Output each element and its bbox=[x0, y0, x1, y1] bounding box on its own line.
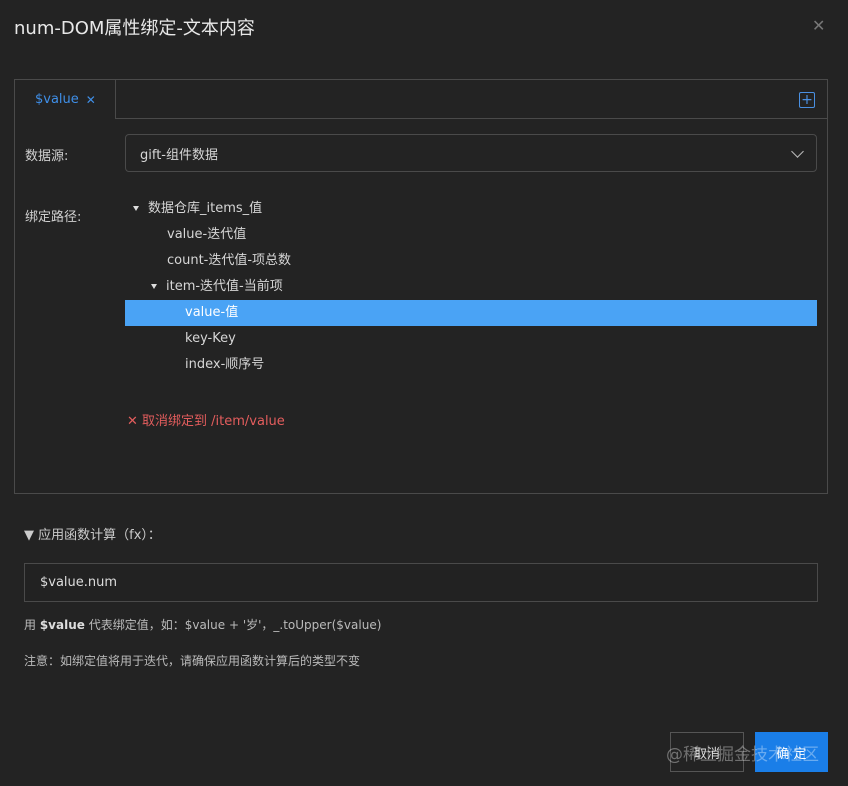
tree-node[interactable]: item-迭代值-当前项 bbox=[125, 274, 817, 300]
tree-node[interactable]: index-顺序号 bbox=[125, 352, 817, 378]
tree-node-label: count-迭代值-项总数 bbox=[167, 253, 292, 268]
tree-node[interactable]: 数据仓库_items_值 bbox=[125, 196, 817, 222]
hint-prefix: 用 bbox=[24, 618, 40, 632]
binding-panel: $value ✕ + 数据源: gift-组件数据 绑定路径: 数据仓库_ite… bbox=[14, 79, 828, 494]
tree-node-label: index-顺序号 bbox=[185, 357, 265, 372]
tab-label: $value bbox=[35, 92, 79, 107]
tab-close-icon[interactable]: ✕ bbox=[86, 93, 96, 107]
dialog-title: num-DOM属性绑定-文本内容 bbox=[14, 18, 255, 39]
tree-node-label: item-迭代值-当前项 bbox=[166, 279, 283, 294]
fx-note: 注意：如绑定值将用于迭代，请确保应用函数计算后的类型不变 bbox=[24, 654, 361, 668]
hint-suffix: 代表绑定值，如：$value + '岁'，_.toUpper($value) bbox=[84, 618, 382, 632]
binding-tree: 数据仓库_items_值 value-迭代值 count-迭代值-项总数 item-迭… bbox=[125, 196, 817, 378]
tree-node-label: value-值 bbox=[185, 305, 239, 320]
tree-node[interactable]: key-Key bbox=[125, 326, 817, 352]
caret-down-icon[interactable] bbox=[133, 206, 139, 211]
fx-hint: 用 $value 代表绑定值，如：$value + '岁'，_.toUpper(… bbox=[24, 616, 381, 633]
tree-node-label: value-迭代值 bbox=[167, 227, 247, 242]
tree-node[interactable]: value-值 bbox=[125, 300, 817, 326]
fx-section-toggle[interactable]: ▼ 应用函数计算（fx）： bbox=[24, 524, 161, 543]
tree-node[interactable]: count-迭代值-项总数 bbox=[125, 248, 817, 274]
tree-node-label: 数据仓库_items_值 bbox=[148, 201, 263, 216]
tab-divider bbox=[116, 118, 827, 119]
confirm-button[interactable]: 确 定 bbox=[755, 732, 828, 772]
add-tab-button[interactable]: + bbox=[799, 92, 815, 108]
close-icon[interactable]: ✕ bbox=[812, 16, 825, 35]
tree-node[interactable]: value-迭代值 bbox=[125, 222, 817, 248]
fx-input[interactable] bbox=[24, 563, 818, 602]
hint-bold: $value bbox=[39, 618, 85, 632]
unbind-link[interactable]: ✕ 取消绑定到 /item/value bbox=[127, 410, 285, 429]
datasource-select[interactable]: gift-组件数据 bbox=[125, 134, 817, 172]
binding-path-label: 绑定路径: bbox=[25, 210, 82, 225]
chevron-down-icon bbox=[791, 144, 804, 158]
cancel-button[interactable]: 取消 bbox=[670, 732, 744, 772]
tree-node-label: key-Key bbox=[185, 331, 236, 346]
caret-down-icon[interactable] bbox=[151, 284, 157, 289]
tab-value[interactable]: $value ✕ bbox=[15, 80, 116, 119]
datasource-label: 数据源: bbox=[25, 149, 69, 164]
datasource-value: gift-组件数据 bbox=[140, 147, 219, 163]
